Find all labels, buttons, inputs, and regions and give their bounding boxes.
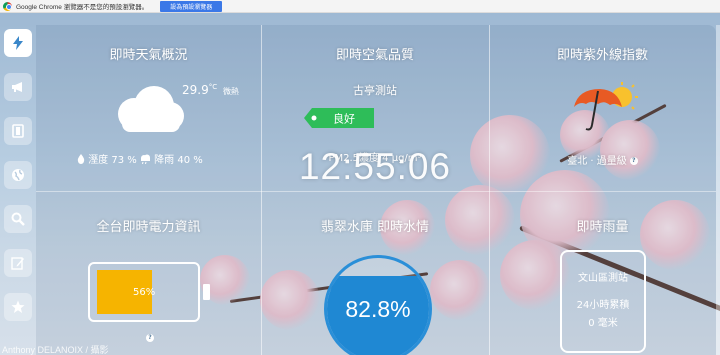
rainfall-title: 即時雨量	[576, 220, 629, 235]
help-icon[interactable]: ?	[629, 157, 638, 165]
edit-icon	[11, 257, 24, 270]
lightning-icon	[13, 36, 23, 50]
photo-credit: Anthony DELANOIX / 攝影	[2, 345, 109, 355]
air-quality-title: 即時空氣品質	[335, 48, 414, 63]
cloudy-icon	[118, 86, 184, 132]
globe-icon	[12, 169, 24, 181]
power-percent: 56%	[133, 287, 156, 298]
browser-infobar: Google Chrome 瀏覽器不是您的預設瀏覽器。 設為預設瀏覽器	[0, 0, 720, 13]
air-station-name: 古亭測站	[353, 84, 397, 97]
sidebar-item-favorites[interactable]	[4, 293, 32, 321]
megaphone-icon	[12, 82, 22, 92]
sidebar-item-media[interactable]	[4, 117, 32, 145]
sidebar-item-edit[interactable]	[4, 249, 32, 277]
sidebar-item-live[interactable]	[4, 29, 32, 57]
power-title: 全台即時電力資訊	[96, 220, 201, 235]
uv-location-level: 臺北 · 過量級?	[489, 152, 716, 167]
umbrella-sun-icon	[574, 82, 638, 131]
rainfall-period-label: 24小時累積	[576, 300, 630, 311]
film-icon	[12, 124, 24, 138]
air-status-badge: 良好	[304, 108, 374, 128]
power-help-icon[interactable]: ?	[146, 334, 154, 342]
rainfall-card: 文山區測站 24小時累積 0 毫米	[560, 250, 646, 353]
temperature-readout: 29.9°C 微熱	[182, 83, 239, 97]
humidity-value: 溼度 73 %	[88, 155, 137, 166]
temperature-unit: °C	[208, 83, 218, 91]
humidity-rain-row: 溼度 73 % 降雨 40 %	[77, 151, 203, 166]
sidebar-item-map[interactable]	[4, 161, 32, 189]
water-drop-icon	[77, 154, 85, 164]
default-browser-message: Google Chrome 瀏覽器不是您的預設瀏覽器。	[16, 4, 149, 11]
sidebar-item-announcement[interactable]	[4, 73, 32, 101]
battery-cap	[203, 284, 210, 300]
search-icon	[11, 212, 25, 226]
column-divider	[261, 25, 262, 355]
rainfall-value: 0 毫米	[588, 318, 618, 329]
air-status-text: 良好	[333, 112, 355, 126]
rain-chance-value: 降雨 40 %	[154, 155, 203, 166]
clock-time: 12:55:06	[298, 146, 452, 187]
reservoir-percent: 82.8%	[345, 296, 411, 322]
chrome-logo-icon	[3, 1, 12, 11]
weather-title: 即時天氣概況	[109, 48, 188, 63]
reservoir-gauge: 82.8%	[324, 255, 432, 355]
column-divider	[489, 25, 490, 355]
temperature-value: 29.9	[182, 83, 209, 97]
rainfall-station: 文山區測站	[578, 273, 628, 284]
row-divider	[36, 191, 716, 192]
uv-location-text: 臺北 · 過量級	[567, 156, 627, 167]
sidebar-item-search[interactable]	[4, 205, 32, 233]
dashboard-panel: 即時天氣概況 29.9°C 微熱 溼度 73 % 降雨 40 % 即時空氣品質 …	[36, 25, 716, 355]
set-default-browser-button[interactable]: 設為預設瀏覽器	[160, 0, 223, 12]
scrollbar[interactable]	[716, 25, 720, 355]
star-icon	[11, 300, 25, 313]
reservoir-title: 翡翠水庫 即時水情	[320, 220, 430, 235]
sidebar	[0, 25, 36, 355]
rain-cloud-icon	[140, 154, 150, 165]
uv-title: 即時紫外線指數	[556, 48, 648, 63]
weather-description: 微熱	[222, 87, 239, 96]
